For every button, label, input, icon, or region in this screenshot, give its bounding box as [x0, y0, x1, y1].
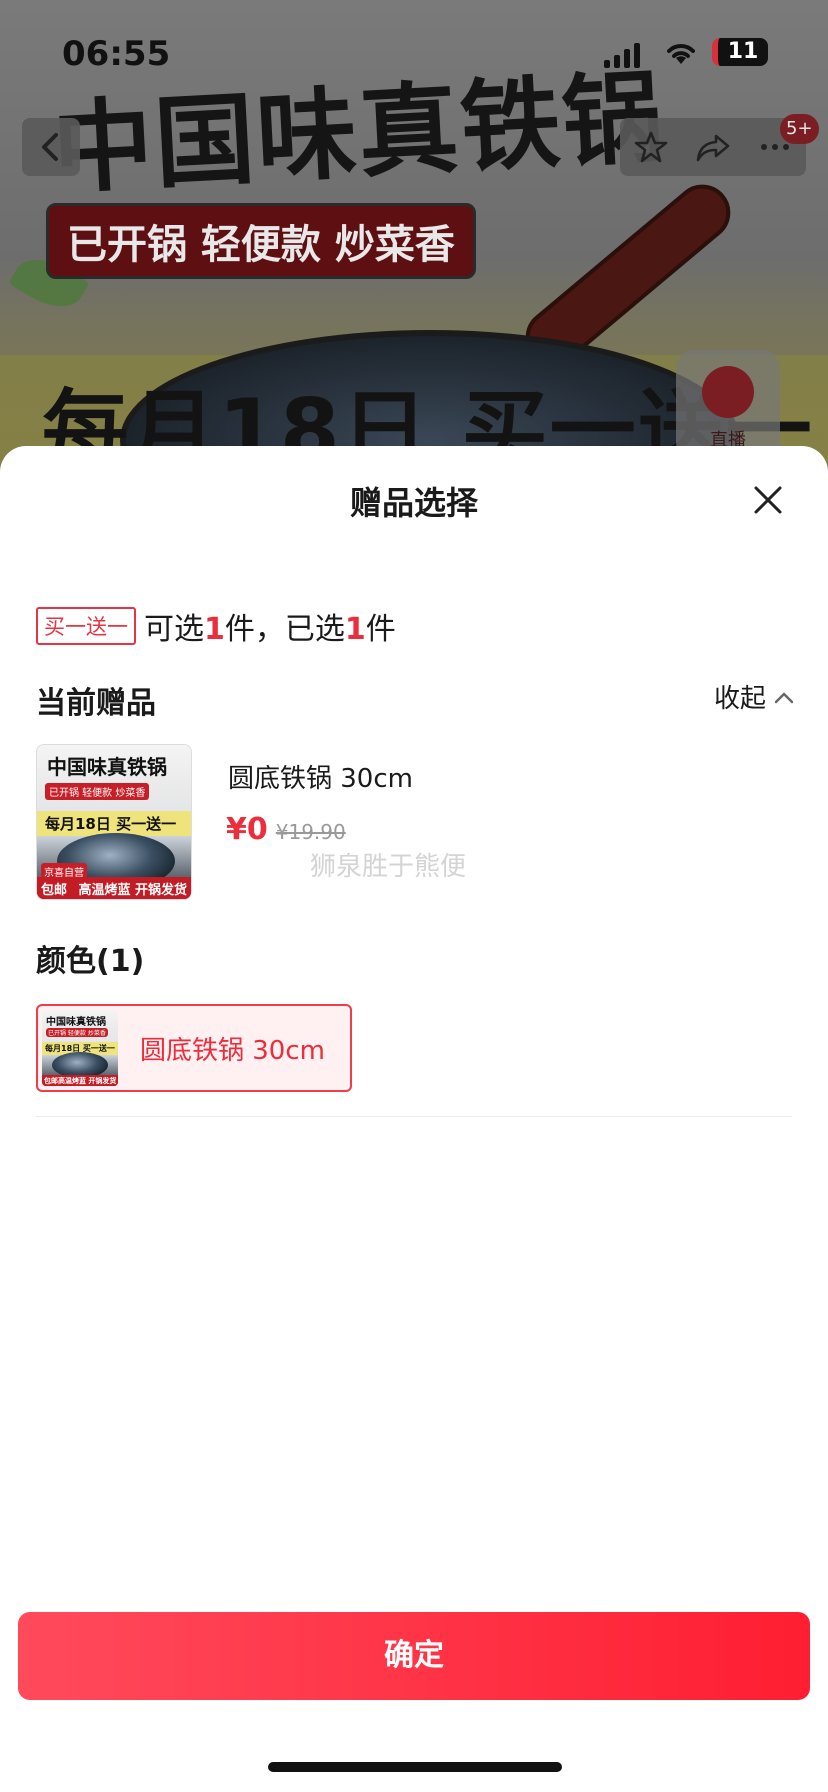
gift-price: ¥0	[226, 812, 268, 847]
color-heading: 颜色(1)	[36, 944, 145, 979]
share-icon[interactable]	[695, 129, 731, 165]
battery-indicator: 11	[712, 38, 768, 66]
buy-one-get-one-tag: 买一送一	[36, 607, 136, 645]
message-badge: 5+	[780, 114, 819, 144]
live-button[interactable]: 直播	[676, 350, 780, 460]
color-option-label: 圆底铁锅 30cm	[140, 1036, 325, 1066]
watermark-text: 狮泉胜于熊便	[310, 852, 467, 882]
section-divider	[36, 1116, 792, 1117]
status-time: 06:55	[62, 34, 171, 74]
back-button[interactable]	[22, 118, 80, 176]
back-icon	[42, 133, 58, 161]
wifi-icon	[667, 44, 695, 64]
collapse-button[interactable]: 收起	[714, 678, 794, 715]
selected-count: 1	[344, 612, 366, 647]
gift-product-image[interactable]: 中国味真铁锅 已开锅 轻便款 炒菜香 每月18日 买一送一 京喜自营 包邮 高温烤…	[36, 744, 192, 900]
gift-original-price: ¥19.90	[275, 820, 346, 844]
current-gift-heading: 当前赠品	[36, 686, 156, 721]
gift-selection-sheet: 赠品选择 买一送一 可选1件，已选1件 当前赠品 收起 中国味真铁锅 已开锅 轻…	[0, 446, 828, 1792]
available-count: 1	[204, 612, 225, 647]
close-icon[interactable]	[748, 480, 788, 520]
status-bar: 06:55 11	[0, 34, 828, 74]
color-option-image: 中国味真铁锅 已开锅 轻便款 炒菜香 每月18日 买一送一 包邮 高温烤蓝 开锅发…	[42, 1010, 118, 1086]
gift-quota-text: 可选1件，已选1件	[144, 612, 396, 647]
top-action-group	[620, 118, 806, 176]
hero-tag: 已开锅 轻便款 炒菜香	[46, 203, 476, 279]
chevron-up-icon	[774, 691, 794, 703]
collapse-label: 收起	[714, 684, 767, 714]
gift-quota-line: 买一送一 可选1件，已选1件	[36, 604, 396, 648]
gift-product-name: 圆底铁锅 30cm	[228, 764, 413, 794]
home-indicator	[268, 1762, 562, 1772]
gift-price-row: ¥0 ¥19.90	[226, 812, 346, 847]
confirm-button[interactable]: 确定	[18, 1612, 810, 1700]
live-icon	[702, 366, 754, 418]
color-option-selected[interactable]: 中国味真铁锅 已开锅 轻便款 炒菜香 每月18日 买一送一 包邮 高温烤蓝 开锅发…	[36, 1004, 352, 1092]
product-page-background: 中国味真铁锅 已开锅 轻便款 炒菜香 每月18日 买一送一 06:55 11 5…	[0, 0, 828, 470]
star-icon[interactable]	[633, 129, 669, 165]
sheet-title: 赠品选择	[349, 484, 478, 522]
signal-icon	[604, 42, 640, 68]
